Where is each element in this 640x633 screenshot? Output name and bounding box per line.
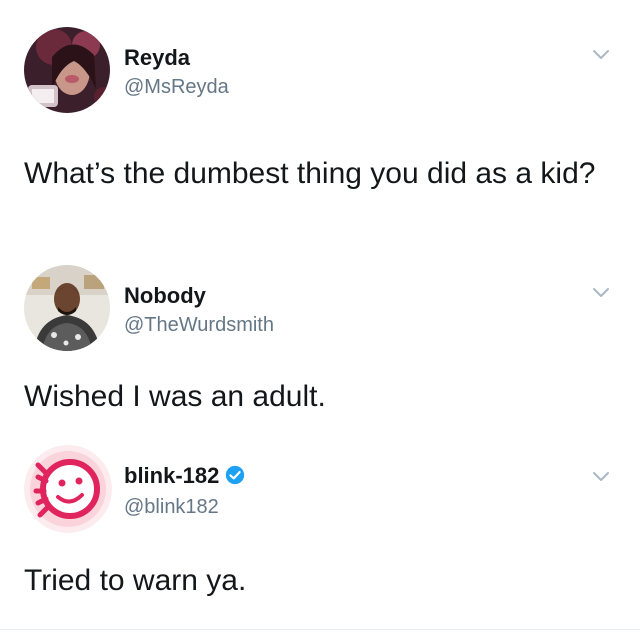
tweet-nobody: Nobody @TheWurdsmith Wished I was an adu… [0,265,640,435]
display-name[interactable]: blink-182 [124,463,245,489]
avatar-nobody[interactable] [24,265,110,351]
chevron-down-icon[interactable] [592,471,610,483]
handle[interactable]: @blink182 [124,496,219,519]
handle[interactable]: @MsReyda [124,76,229,99]
tweet-text: Wished I was an adult. [24,380,326,413]
display-name[interactable]: Nobody [124,283,206,309]
handle[interactable]: @TheWurdsmith [124,314,274,337]
bottom-divider [0,629,640,630]
tweet-header: Reyda @MsReyda [24,27,624,117]
chevron-down-icon[interactable] [592,49,610,61]
smiley-logo-icon [24,445,112,533]
avatar-blink182[interactable] [24,445,112,533]
tweet-thread: Reyda @MsReyda What’s the dumbest thing … [0,0,640,633]
tweet-text: What’s the dumbest thing you did as a ki… [24,157,596,190]
display-name[interactable]: Reyda [124,45,190,71]
tweet-text: Tried to warn ya. [24,564,247,597]
verified-badge-icon [225,465,245,485]
chevron-down-icon[interactable] [592,287,610,299]
avatar-reyda[interactable] [24,27,110,113]
display-name-text[interactable]: blink-182 [124,463,219,488]
tweet-header: Nobody @TheWurdsmith [24,265,624,355]
tweet-header: blink-182 @blink182 [24,445,624,535]
tweet-reyda: Reyda @MsReyda What’s the dumbest thing … [0,27,640,252]
tweet-blink182: blink-182 @blink182 Tried to warn ya. [0,445,640,615]
